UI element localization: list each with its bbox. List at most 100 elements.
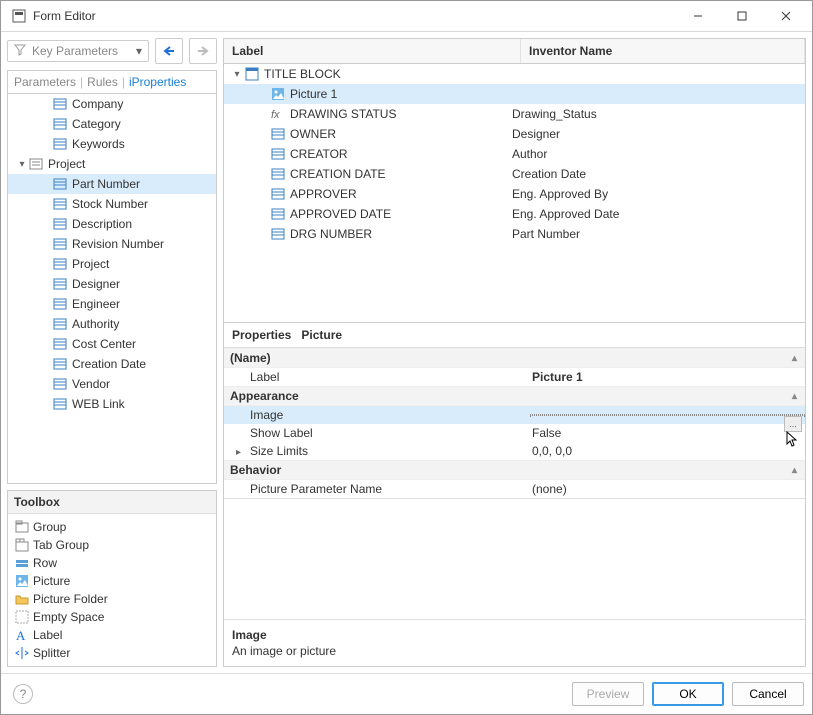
form-icon xyxy=(244,66,260,82)
window-title: Form Editor xyxy=(33,9,676,23)
tree-item[interactable]: Stock Number xyxy=(8,194,216,214)
grid-row[interactable]: APPROVED DATEEng. Approved Date xyxy=(224,204,805,224)
prop-category-appearance[interactable]: Appearance▴ xyxy=(224,386,805,406)
grid-row[interactable]: OWNERDesigner xyxy=(224,124,805,144)
properties-grid[interactable]: (Name)▴ LabelPicture 1 Appearance▴ Image… xyxy=(224,347,805,499)
grid-body[interactable]: ▾TITLE BLOCKPicture 1fxDRAWING STATUSDra… xyxy=(224,64,805,322)
property-icon xyxy=(52,116,68,132)
prop-category-name[interactable]: (Name)▴ xyxy=(224,348,805,368)
tab-iproperties[interactable]: iProperties xyxy=(129,75,186,89)
tree-item[interactable]: Project xyxy=(8,254,216,274)
titlebar: Form Editor xyxy=(1,1,812,32)
label-icon: A xyxy=(14,627,30,643)
row-icon xyxy=(14,555,30,571)
tab-rules[interactable]: Rules xyxy=(87,75,118,89)
tree-item[interactable]: Category xyxy=(8,114,216,134)
ok-button[interactable]: OK xyxy=(652,682,724,706)
tree-item[interactable]: Company xyxy=(8,94,216,114)
key-parameters-label: Key Parameters xyxy=(32,44,118,58)
toolbox-item[interactable]: Picture Folder xyxy=(10,590,214,608)
tree-item[interactable]: Revision Number xyxy=(8,234,216,254)
toolbox-body: GroupTab GroupRowPicturePicture FolderEm… xyxy=(8,514,216,666)
prop-row-picture-param[interactable]: Picture Parameter Name(none) xyxy=(224,480,805,498)
toolbox-item[interactable]: Splitter xyxy=(10,644,214,662)
nav-back-button[interactable] xyxy=(155,38,183,64)
property-description-title: Image xyxy=(232,628,797,642)
filter-icon xyxy=(14,44,28,58)
left-tree-panel: Parameters | Rules | iProperties Company… xyxy=(7,70,217,484)
toolbox-item[interactable]: Empty Space xyxy=(10,608,214,626)
prop-category-behavior[interactable]: Behavior▴ xyxy=(224,460,805,480)
prop-row-show-label[interactable]: Show LabelFalse xyxy=(224,424,805,442)
footer: ? Preview OK Cancel xyxy=(1,673,812,714)
right-panel: Label Inventor Name ▾TITLE BLOCKPicture … xyxy=(223,38,806,667)
collapse-icon[interactable]: ▾ xyxy=(230,69,244,80)
close-button[interactable] xyxy=(764,2,808,30)
prop-icon xyxy=(270,186,286,202)
project-icon xyxy=(28,156,44,172)
pic-icon xyxy=(270,86,286,102)
toolbox-item[interactable]: ALabel xyxy=(10,626,214,644)
prop-row-image[interactable]: Image … xyxy=(224,406,805,424)
prop-row-label[interactable]: LabelPicture 1 xyxy=(224,368,805,386)
left-toolbar: Key Parameters ▾ xyxy=(7,38,217,64)
tree-item[interactable]: Vendor xyxy=(8,374,216,394)
collapse-icon: ▴ xyxy=(792,465,797,476)
maximize-button[interactable] xyxy=(720,2,764,30)
property-description: Image An image or picture xyxy=(224,619,805,666)
tree-item[interactable]: Cost Center xyxy=(8,334,216,354)
grid-row[interactable]: CREATORAuthor xyxy=(224,144,805,164)
grid-header: Label Inventor Name xyxy=(224,39,805,64)
property-icon xyxy=(52,316,68,332)
collapse-icon: ▴ xyxy=(792,391,797,402)
cancel-button[interactable]: Cancel xyxy=(732,682,804,706)
collapse-icon: ▴ xyxy=(792,353,797,364)
expand-icon[interactable]: ▸ xyxy=(236,447,246,458)
tree-item[interactable]: Description xyxy=(8,214,216,234)
grid-row[interactable]: fxDRAWING STATUSDrawing_Status xyxy=(224,104,805,124)
key-parameters-dropdown[interactable]: Key Parameters ▾ xyxy=(7,40,149,62)
tree-item[interactable]: Engineer xyxy=(8,294,216,314)
left-tree[interactable]: CompanyCategoryKeywords▾ProjectPart Numb… xyxy=(8,94,216,483)
chevron-down-icon: ▾ xyxy=(136,44,142,58)
property-icon xyxy=(52,276,68,292)
prop-row-size-limits[interactable]: ▸Size Limits0,0, 0,0 xyxy=(224,442,805,460)
nav-forward-button[interactable] xyxy=(189,38,217,64)
tree-item-project[interactable]: ▾Project xyxy=(8,154,216,174)
prop-icon xyxy=(270,166,286,182)
property-icon xyxy=(52,96,68,112)
group-icon xyxy=(14,519,30,535)
tree-item[interactable]: Authority xyxy=(8,314,216,334)
grid-header-label[interactable]: Label xyxy=(224,39,521,63)
collapse-icon[interactable]: ▾ xyxy=(16,159,28,170)
grid-row[interactable]: APPROVEREng. Approved By xyxy=(224,184,805,204)
grid-row[interactable]: CREATION DATECreation Date xyxy=(224,164,805,184)
toolbox-item[interactable]: Group xyxy=(10,518,214,536)
toolbox-item[interactable]: Row xyxy=(10,554,214,572)
toolbox-item[interactable]: Picture xyxy=(10,572,214,590)
tab-parameters[interactable]: Parameters xyxy=(14,75,76,89)
folder-icon xyxy=(14,591,30,607)
tree-item[interactable]: Part Number xyxy=(8,174,216,194)
grid-row[interactable]: Picture 1 xyxy=(224,84,805,104)
tabgroup-icon xyxy=(14,537,30,553)
toolbox-item[interactable]: Tab Group xyxy=(10,536,214,554)
help-button[interactable]: ? xyxy=(13,684,33,704)
app-icon xyxy=(11,8,27,24)
grid-row[interactable]: DRG NUMBERPart Number xyxy=(224,224,805,244)
prop-icon xyxy=(270,206,286,222)
tree-item[interactable]: Designer xyxy=(8,274,216,294)
grid-row-root[interactable]: ▾TITLE BLOCK xyxy=(224,64,805,84)
tree-item[interactable]: WEB Link xyxy=(8,394,216,414)
left-tabs: Parameters | Rules | iProperties xyxy=(8,71,216,94)
tree-item[interactable]: Keywords xyxy=(8,134,216,154)
minimize-button[interactable] xyxy=(676,2,720,30)
property-icon xyxy=(52,336,68,352)
pic-icon xyxy=(14,573,30,589)
grid-header-invname[interactable]: Inventor Name xyxy=(521,39,805,63)
tree-item[interactable]: Creation Date xyxy=(8,354,216,374)
preview-button[interactable]: Preview xyxy=(572,682,644,706)
toolbox-panel: Toolbox GroupTab GroupRowPicturePicture … xyxy=(7,490,217,667)
property-icon xyxy=(52,356,68,372)
property-icon xyxy=(52,216,68,232)
